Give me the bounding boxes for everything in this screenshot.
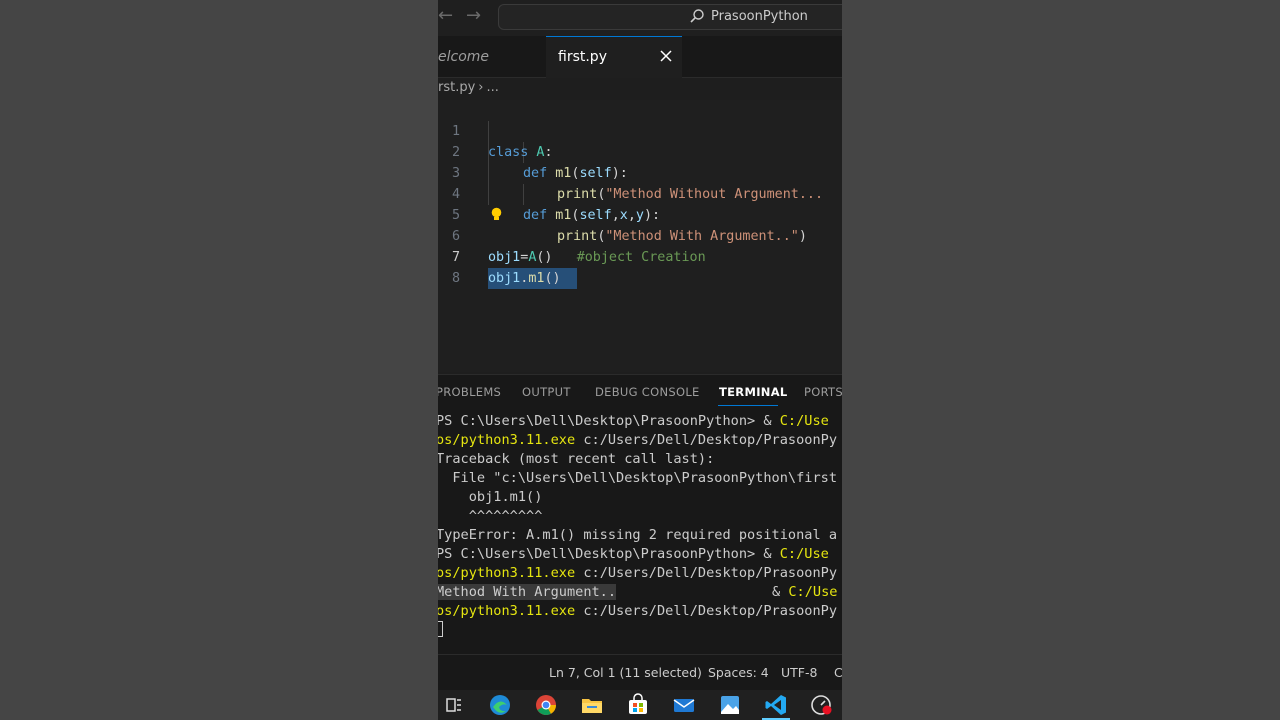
cursor-position[interactable]: Ln 7, Col 1 (11 selected) <box>549 665 702 680</box>
breadcrumb: rst.py ›... <box>438 80 499 100</box>
terminal-line: os/python3.11.exe c:/Users/Dell/Desktop/… <box>438 431 837 450</box>
terminal-text: & C:/Use <box>772 583 837 602</box>
breadcrumb-more[interactable]: ... <box>487 80 499 95</box>
tab-welcome[interactable]: elcome <box>438 36 544 78</box>
tab-first-py-label: first.py <box>558 49 607 65</box>
terminal-line: PS C:\Users\Dell\Desktop\PrasoonPython> … <box>438 412 829 431</box>
code-line: 5 print("Method With Argument..") <box>438 184 842 244</box>
terminal-line: ^^^^^^^^^ <box>438 508 543 524</box>
selected-code-text: obj1.m1() <box>488 268 577 289</box>
terminal-text: PS C:\Users\Dell\Desktop\PrasoonPython> … <box>438 546 780 562</box>
taskbar <box>438 690 842 720</box>
editor-tab-bar: elcome first.py <box>438 36 842 78</box>
terminal-text: os/python3.11.exe <box>438 565 576 581</box>
code-line: 3 print("Method Without Argument... <box>438 142 842 202</box>
terminal-line: Method With Argument.. & C:/Use <box>438 583 842 602</box>
vscode-icon[interactable] <box>763 692 789 718</box>
terminal-text: C:/Use <box>788 584 838 600</box>
active-tab-indicator <box>718 405 778 406</box>
tab-welcome-label: elcome <box>438 49 490 65</box>
code-editor[interactable]: 1 class A: 2 def m1(self): 3 print("Meth… <box>438 100 842 372</box>
tab-output[interactable]: OUTPUT <box>522 385 571 399</box>
terminal-cursor <box>438 621 443 637</box>
terminal-line: Traceback (most recent call last): <box>438 451 715 467</box>
title-bar: ← → PrasoonPython <box>438 0 842 36</box>
terminal-line: File "c:\Users\Dell\Desktop\PrasoonPytho… <box>438 470 838 486</box>
store-icon[interactable] <box>625 692 651 718</box>
lightbulb-icon[interactable] <box>490 207 503 222</box>
search-icon <box>690 9 704 23</box>
vscode-window: ← → PrasoonPython elcome first.py rst.py… <box>438 0 842 720</box>
line-number: 8 <box>451 271 460 286</box>
terminal-line: obj1.m1() <box>438 489 543 505</box>
terminal-line: os/python3.11.exe c:/Users/Dell/Desktop/… <box>438 564 837 583</box>
terminal-text: os/python3.11.exe <box>438 603 576 619</box>
code-line: 1 class A: <box>438 100 842 160</box>
token: m1 <box>528 271 545 286</box>
tab-terminal[interactable]: TERMINAL <box>719 385 788 399</box>
file-explorer-icon[interactable] <box>579 692 605 718</box>
code-line: 8 <box>438 247 842 286</box>
mail-icon[interactable] <box>671 692 697 718</box>
tab-first-py[interactable]: first.py <box>546 36 682 78</box>
search-text: PrasoonPython <box>711 9 808 24</box>
terminal-text: C:/Use <box>779 413 829 429</box>
terminal-line: os/python3.11.exe c:/Users/Dell/Desktop/… <box>438 602 837 621</box>
code-line: 2 def m1(self): <box>438 121 842 181</box>
terminal-text: c:/Users/Dell/Desktop/PrasoonPy <box>575 432 838 448</box>
code-line: 4 def m1(self,x,y): <box>438 163 842 223</box>
photos-icon[interactable] <box>717 692 743 718</box>
terminal-text: & <box>772 584 789 600</box>
chevron-right-icon: › <box>478 80 484 95</box>
breadcrumb-file[interactable]: rst.py <box>438 80 475 95</box>
panel-tab-bar: PROBLEMS OUTPUT DEBUG CONSOLE TERMINAL P… <box>438 374 842 409</box>
tab-debug-console[interactable]: DEBUG CONSOLE <box>595 385 700 399</box>
command-center-search[interactable]: PrasoonPython <box>498 4 842 30</box>
terminal-text: C:/Use <box>779 546 829 562</box>
terminal-output[interactable]: PS C:\Users\Dell\Desktop\PrasoonPython> … <box>438 408 842 654</box>
forward-arrow-icon[interactable]: → <box>466 6 481 26</box>
task-view-icon[interactable] <box>440 692 466 718</box>
right-backdrop <box>842 0 1280 720</box>
encoding-setting[interactable]: UTF-8 <box>781 665 817 680</box>
code-line: 6 obj1=A() #object Creation <box>438 205 842 265</box>
close-icon[interactable] <box>658 48 674 64</box>
terminal-text: PS C:\Users\Dell\Desktop\PrasoonPython> … <box>438 413 780 429</box>
terminal-line: PS C:\Users\Dell\Desktop\PrasoonPython> … <box>438 545 829 564</box>
chrome-icon[interactable] <box>533 692 559 718</box>
indentation-setting[interactable]: Spaces: 4 <box>708 665 769 680</box>
token: () <box>544 271 561 286</box>
token: obj1 <box>488 271 521 286</box>
terminal-text: c:/Users/Dell/Desktop/PrasoonPy <box>575 603 838 619</box>
terminal-text: os/python3.11.exe <box>438 432 576 448</box>
status-bar: Ln 7, Col 1 (11 selected) Spaces: 4 UTF-… <box>438 654 842 690</box>
left-backdrop <box>0 0 438 720</box>
tab-ports[interactable]: PORTS <box>804 385 842 399</box>
terminal-text: c:/Users/Dell/Desktop/PrasoonPy <box>575 565 838 581</box>
terminal-line: TypeError: A.m1() missing 2 required pos… <box>438 527 838 543</box>
tab-problems[interactable]: PROBLEMS <box>438 385 501 399</box>
line-ending-setting[interactable]: C <box>834 665 842 680</box>
back-arrow-icon[interactable]: ← <box>438 6 453 26</box>
terminal-highlighted-text: Method With Argument.. <box>438 584 617 600</box>
recorder-icon[interactable] <box>809 692 835 718</box>
code-line: 7 obj1.m1() <box>438 226 842 289</box>
edge-icon[interactable] <box>487 692 513 718</box>
